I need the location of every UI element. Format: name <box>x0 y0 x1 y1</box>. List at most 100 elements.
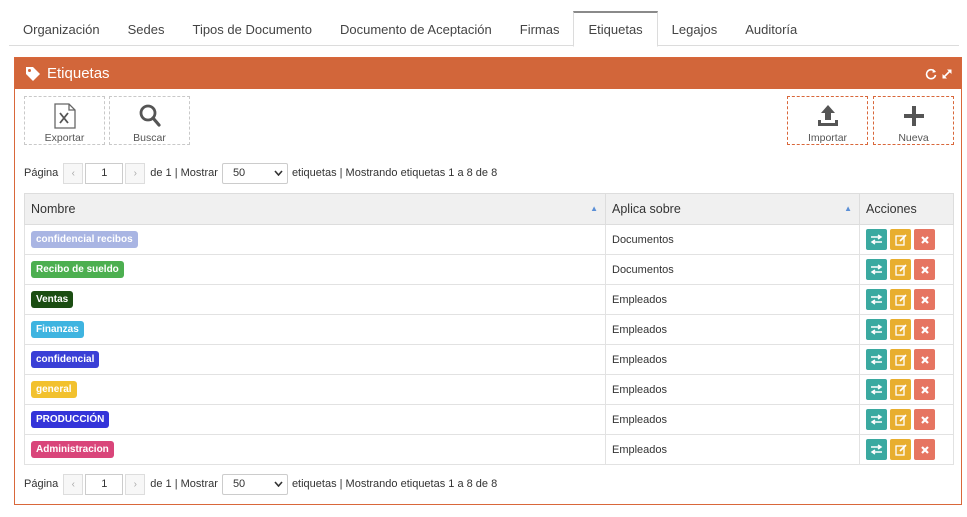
page-input[interactable]: 1 <box>85 162 124 184</box>
page-label: Página <box>24 478 59 490</box>
tag-icon <box>26 66 40 81</box>
edit-button[interactable] <box>890 349 911 370</box>
refresh-icon[interactable] <box>925 68 937 80</box>
transfer-icon <box>870 264 883 275</box>
transfer-icon <box>870 234 883 245</box>
search-button[interactable]: Buscar <box>109 96 190 145</box>
cell-aplica-sobre: Documentos <box>605 254 860 285</box>
export-label: Exportar <box>44 132 85 144</box>
summary-text: etiquetas | Mostrando etiquetas 1 a 8 de… <box>291 478 498 490</box>
plus-icon <box>903 106 924 126</box>
page-size-select[interactable]: 50 <box>221 473 288 495</box>
tag-badge: Recibo de sueldo <box>31 261 124 278</box>
col-aplica-sobre[interactable]: Aplica sobre ▲ <box>605 193 860 225</box>
etiquetas-panel: Etiquetas Exportar Buscar Importar Nueva… <box>14 57 962 505</box>
tab-firmas[interactable]: Firmas <box>506 11 574 46</box>
cell-nombre: confidencial recibos <box>24 224 606 255</box>
export-button[interactable]: Exportar <box>24 96 105 145</box>
cell-acciones <box>859 284 954 315</box>
excel-file-icon <box>53 103 76 129</box>
tab-sedes[interactable]: Sedes <box>114 11 179 46</box>
import-label: Importar <box>807 132 848 144</box>
table-row: Recibo de sueldo Documentos <box>24 254 954 285</box>
col-acciones-label: Acciones <box>866 202 917 216</box>
transfer-button[interactable] <box>866 259 887 280</box>
table-row: Finanzas Empleados <box>24 314 954 345</box>
transfer-button[interactable] <box>866 229 887 250</box>
page-size-select[interactable]: 50 <box>221 162 288 184</box>
etiquetas-table: Nombre ▲ Aplica sobre ▲ Acciones confide… <box>24 193 954 465</box>
col-nombre[interactable]: Nombre ▲ <box>24 193 606 225</box>
transfer-button[interactable] <box>866 289 887 310</box>
cell-aplica-sobre: Empleados <box>605 284 860 315</box>
tab-bar: Organización Sedes Tipos de Documento Do… <box>9 11 959 47</box>
page-label: Página <box>24 167 59 179</box>
edit-icon <box>894 383 907 396</box>
edit-button[interactable] <box>890 379 911 400</box>
tab-documento-aceptacion[interactable]: Documento de Aceptación <box>326 11 506 46</box>
page-size-value: 50 <box>232 167 246 179</box>
edit-button[interactable] <box>890 439 911 460</box>
cell-nombre: Administracion <box>24 434 606 465</box>
cell-nombre: confidencial <box>24 344 606 375</box>
transfer-button[interactable] <box>866 409 887 430</box>
delete-button[interactable] <box>914 289 935 310</box>
transfer-button[interactable] <box>866 349 887 370</box>
delete-button[interactable] <box>914 259 935 280</box>
transfer-button[interactable] <box>866 439 887 460</box>
delete-button[interactable] <box>914 229 935 250</box>
cell-aplica-sobre: Empleados <box>605 314 860 345</box>
tag-badge: PRODUCCIÓN <box>31 411 110 428</box>
edit-button[interactable] <box>890 409 911 430</box>
tab-tipos-documento[interactable]: Tipos de Documento <box>178 11 325 46</box>
tag-badge: Ventas <box>31 291 74 308</box>
prev-page-button[interactable]: ‹ <box>63 473 84 495</box>
delete-icon <box>920 325 930 335</box>
delete-button[interactable] <box>914 379 935 400</box>
next-page-button[interactable]: › <box>125 473 146 495</box>
new-label: Nueva <box>898 132 929 144</box>
chevron-down-icon <box>274 481 283 487</box>
new-button[interactable]: Nueva <box>873 96 954 145</box>
edit-button[interactable] <box>890 229 911 250</box>
delete-icon <box>920 265 930 275</box>
search-label: Buscar <box>133 132 166 144</box>
edit-button[interactable] <box>890 259 911 280</box>
edit-icon <box>894 443 907 456</box>
edit-button[interactable] <box>890 319 911 340</box>
sort-asc-icon: ▲ <box>844 204 852 213</box>
edit-icon <box>894 233 907 246</box>
delete-button[interactable] <box>914 439 935 460</box>
tab-etiquetas[interactable]: Etiquetas <box>573 11 658 47</box>
import-button[interactable]: Importar <box>787 96 868 145</box>
delete-button[interactable] <box>914 409 935 430</box>
cell-nombre: Recibo de sueldo <box>24 254 606 285</box>
delete-button[interactable] <box>914 349 935 370</box>
pager-bottom: Página ‹ 1 › de 1 | Mostrar 50 etiquetas… <box>24 473 497 495</box>
cell-acciones <box>859 404 954 435</box>
transfer-icon <box>870 294 883 305</box>
tab-auditoria[interactable]: Auditoría <box>731 11 811 46</box>
transfer-button[interactable] <box>866 319 887 340</box>
tab-organizacion[interactable]: Organización <box>9 11 114 46</box>
expand-icon[interactable] <box>941 68 953 80</box>
page-size-value: 50 <box>232 478 246 490</box>
cell-aplica-sobre: Empleados <box>605 434 860 465</box>
page-input[interactable]: 1 <box>85 473 124 495</box>
upload-icon <box>817 105 838 126</box>
of-text: de 1 | Mostrar <box>150 478 218 490</box>
pager-top: Página ‹ 1 › de 1 | Mostrar 50 etiquetas… <box>24 162 497 184</box>
delete-icon <box>920 385 930 395</box>
delete-icon <box>920 235 930 245</box>
cell-aplica-sobre: Empleados <box>605 374 860 405</box>
panel-title: Etiquetas <box>47 65 110 82</box>
transfer-icon <box>870 384 883 395</box>
next-page-button[interactable]: › <box>125 162 146 184</box>
delete-button[interactable] <box>914 319 935 340</box>
transfer-button[interactable] <box>866 379 887 400</box>
edit-button[interactable] <box>890 289 911 310</box>
edit-icon <box>894 263 907 276</box>
tab-legajos[interactable]: Legajos <box>658 11 732 46</box>
prev-page-button[interactable]: ‹ <box>63 162 84 184</box>
cell-acciones <box>859 254 954 285</box>
